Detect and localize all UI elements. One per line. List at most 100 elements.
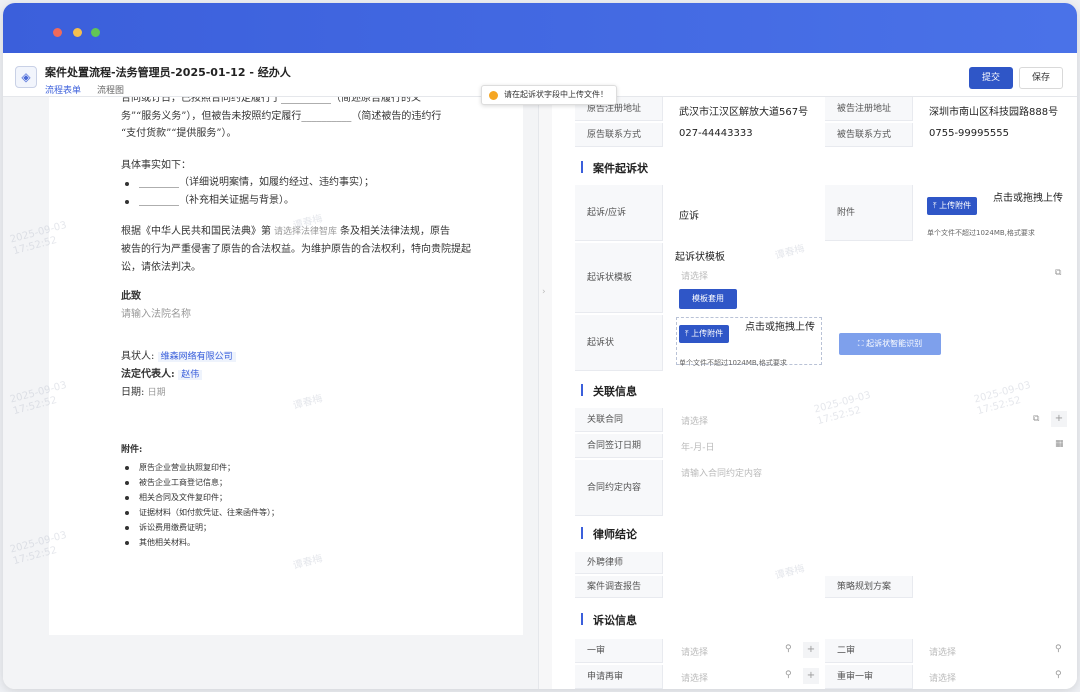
field-label: 合同签订日期: [575, 434, 663, 458]
field-label: 起诉/应诉: [575, 185, 663, 241]
field-label: 合同约定内容: [575, 460, 663, 516]
toast-text: 请在起诉状字段中上传文件！: [504, 90, 608, 99]
section-title: 诉讼信息: [579, 612, 637, 628]
doc-line: “支付货款”“提供服务”）。: [121, 128, 237, 139]
salutation: 此致: [121, 291, 141, 302]
watermark: 2025-09-03 17:52:52: [972, 379, 1032, 418]
minimize-dot[interactable]: [73, 28, 82, 37]
attachment-item: 被告企业工商登记信息；: [139, 478, 227, 487]
field-label: 被告联系方式: [825, 123, 913, 147]
upload-hint: 点击或拖拽上传: [745, 322, 815, 333]
section-title: 关联信息: [579, 383, 637, 399]
second-trial-select[interactable]: 请选择: [929, 645, 956, 658]
facts-title: 具体事实如下：: [121, 160, 191, 171]
tab-flowchart[interactable]: 流程图: [97, 83, 124, 96]
link-icon[interactable]: ⧉: [1055, 268, 1061, 278]
court-name-input[interactable]: 请输入法院名称: [121, 308, 191, 322]
upload-hint: 点击或拖拽上传: [993, 193, 1063, 204]
bullet: [125, 200, 129, 204]
field-label: 关联合同: [575, 408, 663, 432]
representative-name[interactable]: 赵伟: [178, 370, 203, 380]
doc-line: 务”“服务义务”），但被告未按照约定履行__________（简述被告的违约行: [121, 111, 442, 122]
plaintiff-address-value: 武汉市江汉区解放大道567号: [679, 107, 809, 118]
document-pane[interactable]: 合同或订日，已按照合同约定履行了__________（简述原告履行的义 务”“服…: [3, 97, 538, 689]
add-icon[interactable]: +: [803, 642, 819, 658]
field-label: 一审: [575, 639, 663, 663]
search-icon[interactable]: ⚲: [1055, 670, 1062, 680]
watermark: 谭春梅: [773, 563, 806, 582]
representative-line: 法定代表人: 赵伟: [121, 368, 203, 382]
fact-item: ________（详细说明案情，如履约经过、违约事实）；: [139, 177, 374, 188]
retrial-select[interactable]: 请选择: [929, 671, 956, 684]
date-line: 日期: 日期: [121, 387, 166, 398]
maximize-dot[interactable]: [91, 28, 100, 37]
add-icon[interactable]: +: [803, 668, 819, 684]
template-apply-button[interactable]: 模板套用: [679, 289, 737, 309]
fact-item: ________（补充相关证据与背景）。: [139, 195, 294, 206]
field-label: 起诉状模板: [575, 243, 663, 313]
section-title: 案件起诉状: [579, 160, 648, 176]
app-logo-icon: ◈: [15, 66, 37, 88]
attachment-item: 相关合同及文件复印件；: [139, 493, 227, 502]
attachments-title: 附件:: [121, 445, 143, 455]
page-title: 案件处置流程-法务管理员-2025-01-12 - 经办人: [45, 66, 291, 79]
plaintiff-phone-value: 027-44443333: [679, 128, 753, 139]
field-label: 外聘律师: [575, 552, 663, 574]
field-label: 附件: [825, 185, 913, 241]
defendant-address-value: 深圳市南山区科技园路888号: [929, 107, 1059, 118]
search-icon[interactable]: ⚲: [1055, 644, 1062, 654]
field-label: 被告注册地址: [825, 97, 913, 121]
contract-content-input[interactable]: 请输入合同约定内容: [681, 466, 762, 479]
field-label: 起诉状: [575, 315, 663, 371]
plaintiff-line: 具状人: 维森网络有限公司: [121, 350, 236, 364]
template-title: 起诉状模板: [675, 252, 725, 263]
size-hint: 单个文件不超过1024MB,格式要求: [679, 359, 787, 367]
plaintiff-name[interactable]: 维森网络有限公司: [157, 352, 236, 362]
sign-date-input[interactable]: 年-月-日: [681, 440, 715, 453]
section-title: 律师结论: [579, 526, 637, 542]
defendant-phone-value: 0755-99995555: [929, 128, 1009, 139]
law-line: 讼，请依法判决。: [121, 262, 201, 273]
save-button[interactable]: 保存: [1019, 67, 1063, 89]
smart-recognize-button[interactable]: ⛶ 起诉状智能识别: [839, 333, 941, 355]
link-icon[interactable]: ⧉: [1033, 414, 1039, 424]
complaint-document: 合同或订日，已按照合同约定履行了__________（简述原告履行的义 务”“服…: [49, 97, 523, 635]
form-pane[interactable]: 原告注册地址 武汉市江汉区解放大道567号 被告注册地址 深圳市南山区科技园路8…: [575, 97, 1077, 689]
law-select[interactable]: 请选择法律智库: [271, 227, 340, 237]
law-line: 根据《中华人民共和国民法典》第 请选择法律智库 条及相关法律法规，原告: [121, 226, 451, 237]
field-label: 二审: [825, 639, 913, 663]
field-label: 申请再审: [575, 665, 663, 689]
law-line: 被告的行为严重侵害了原告的合法权益。为维护原告的合法权利，特向贵院提起: [121, 244, 471, 255]
pane-splitter[interactable]: ›: [538, 97, 552, 689]
doc-line: 合同或订日，已按照合同约定履行了__________（简述原告履行的义: [121, 97, 421, 104]
attachment-item: 原告企业营业执照复印件；: [139, 463, 235, 472]
watermark: 谭春梅: [773, 243, 806, 262]
template-select[interactable]: 请选择: [681, 269, 708, 282]
field-label: 原告联系方式: [575, 123, 663, 147]
related-contract-select[interactable]: 请选择: [681, 414, 708, 427]
attachment-item: 诉讼费用缴费证明；: [139, 523, 211, 532]
warning-toast: 请在起诉状字段中上传文件！: [481, 85, 617, 105]
field-label: 案件调查报告: [575, 576, 663, 598]
first-trial-select[interactable]: 请选择: [681, 645, 708, 658]
upload-complaint-button[interactable]: ⤒ 上传附件: [679, 325, 730, 343]
search-icon[interactable]: ⚲: [785, 644, 792, 654]
warning-icon: [489, 91, 498, 100]
search-icon[interactable]: ⚲: [785, 670, 792, 680]
date-input[interactable]: 日期: [148, 388, 166, 398]
upload-attachment-button[interactable]: ⤒ 上传附件: [927, 197, 978, 215]
calendar-icon[interactable]: ▦: [1055, 439, 1064, 449]
close-dot[interactable]: [53, 28, 62, 37]
size-hint: 单个文件不超过1024MB,格式要求: [927, 229, 1035, 237]
app-window: ◈ 案件处置流程-法务管理员-2025-01-12 - 经办人 流程表单 流程图…: [3, 3, 1077, 689]
retrial-apply-select[interactable]: 请选择: [681, 671, 708, 684]
field-label: 策略规划方案: [825, 576, 913, 598]
chevron-right-icon[interactable]: ›: [542, 287, 546, 297]
submit-button[interactable]: 提交: [969, 67, 1013, 89]
window-titlebar: [3, 3, 1077, 53]
add-icon[interactable]: +: [1051, 411, 1067, 427]
field-label: 重审一审: [825, 665, 913, 689]
sue-select[interactable]: 应诉: [665, 207, 699, 222]
attachment-item: 其他相关材料。: [139, 538, 195, 547]
bullet: [125, 182, 129, 186]
